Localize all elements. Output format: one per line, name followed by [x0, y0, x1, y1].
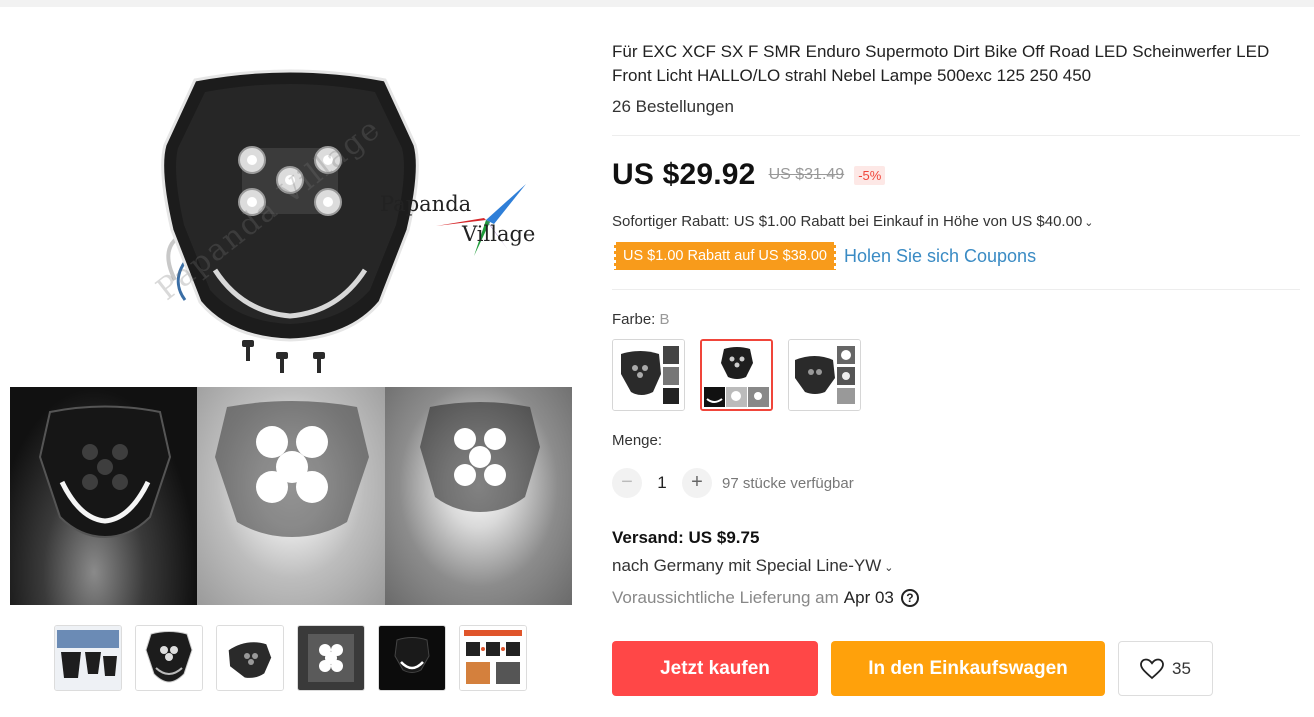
- increase-quantity-button[interactable]: +: [682, 468, 712, 498]
- chevron-down-icon: ⌄: [1084, 217, 1094, 229]
- selected-color-value: B: [659, 311, 670, 328]
- question-circle-icon[interactable]: ?: [900, 589, 919, 607]
- add-to-cart-button[interactable]: In den Einkaufswagen: [831, 641, 1105, 696]
- color-label: Farbe: B: [612, 311, 670, 328]
- divider: [612, 289, 1300, 290]
- get-coupons-link[interactable]: Holen Sie sich Coupons: [844, 246, 1036, 267]
- product-info: Für EXC XCF SX F SMR Enduro Supermoto Di…: [612, 40, 1302, 696]
- thumbnail-3[interactable]: [216, 625, 284, 691]
- shipping-destination-text: nach Germany mit Special Line-YW: [612, 556, 882, 575]
- papanda-village-logo: Papanda Village: [376, 180, 572, 258]
- shipping-destination[interactable]: nach Germany mit Special Line-YW ⌄: [612, 556, 894, 576]
- night-light-photo: [10, 387, 198, 605]
- instant-rebate[interactable]: Sofortiger Rabatt: US $1.00 Rabatt bei E…: [612, 213, 1094, 230]
- quantity-stepper: − 1 + 97 stücke verfügbar: [612, 468, 854, 498]
- color-swatches: [612, 339, 861, 411]
- color-label-text: Farbe:: [612, 311, 656, 328]
- main-product-image[interactable]: Papanda Village Papanda Village: [10, 40, 572, 605]
- color-option-3[interactable]: [788, 339, 861, 411]
- rebate-text: Sofortiger Rabatt: US $1.00 Rabatt bei E…: [612, 213, 1083, 230]
- decrease-quantity-button[interactable]: −: [612, 468, 642, 498]
- available-stock: 97 stücke verfügbar: [722, 474, 854, 492]
- thumbnail-6[interactable]: [459, 625, 527, 691]
- discount-badge: -5%: [854, 165, 886, 185]
- buy-now-button[interactable]: Jetzt kaufen: [612, 641, 818, 696]
- original-price: US $31.49: [768, 166, 845, 183]
- product-title: Für EXC XCF SX F SMR Enduro Supermoto Di…: [612, 42, 1270, 85]
- quantity-label: Menge:: [612, 432, 663, 449]
- order-count: 26 Bestellungen: [612, 97, 734, 116]
- shipping-cost: Versand: US $9.75: [612, 528, 760, 547]
- quantity-value[interactable]: 1: [642, 473, 682, 493]
- thumbnail-1[interactable]: [54, 625, 122, 691]
- wishlist-button[interactable]: 35: [1118, 641, 1213, 696]
- top-band: [0, 0, 1314, 7]
- current-price: US $29.92: [612, 158, 756, 191]
- thumbnail-strip: [54, 625, 527, 691]
- color-option-2-selected[interactable]: [700, 339, 773, 411]
- fog-light-photo: [384, 387, 572, 605]
- thumbnail-2[interactable]: [135, 625, 203, 691]
- delivery-label: Voraussichtliche Lieferung am: [612, 588, 839, 607]
- heart-outline-icon: [1140, 658, 1164, 679]
- logo-word-papanda: Papanda: [380, 192, 472, 216]
- delivery-date: Apr 03: [843, 588, 894, 607]
- wishlist-count: 35: [1172, 658, 1191, 678]
- coupon-row: US $1.00 Rabatt auf US $38.00 Holen Sie …: [613, 242, 1036, 270]
- divider: [612, 135, 1300, 136]
- thumbnail-5[interactable]: [378, 625, 446, 691]
- high-beam-photo: [197, 387, 385, 605]
- usage-photo-strip: [10, 387, 572, 605]
- logo-word-village: Village: [462, 222, 536, 246]
- price-row: US $29.92 US $31.49 -5%: [612, 158, 886, 192]
- chevron-down-icon: ⌄: [884, 562, 894, 574]
- estimated-delivery: Voraussichtliche Lieferung am Apr 03 ?: [612, 588, 919, 608]
- color-option-1[interactable]: [612, 339, 685, 411]
- thumbnail-4[interactable]: [297, 625, 365, 691]
- coupon-tag: US $1.00 Rabatt auf US $38.00: [613, 242, 837, 270]
